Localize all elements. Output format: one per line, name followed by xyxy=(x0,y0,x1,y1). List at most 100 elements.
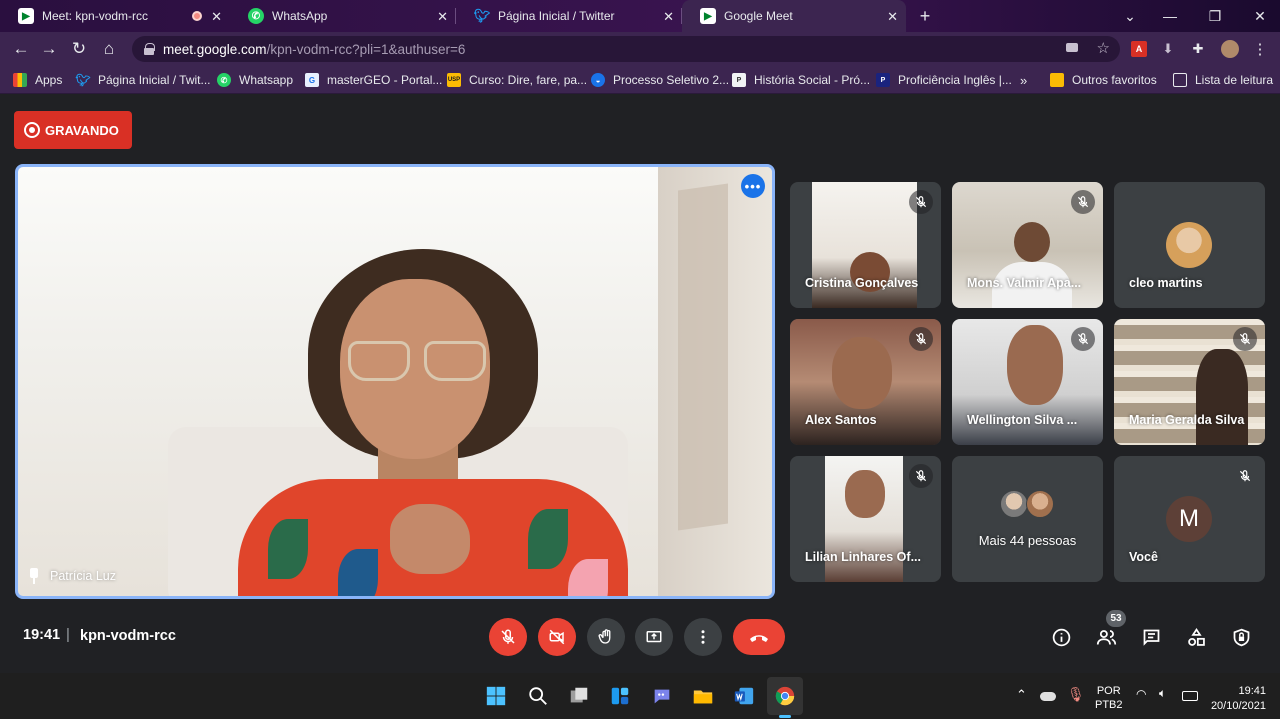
extensions-puzzle-icon[interactable]: ✚ xyxy=(1190,41,1206,57)
tab-twitter[interactable]: 🐦︎ Página Inicial / Twitter ✕ xyxy=(456,0,682,32)
camera-in-use-icon[interactable] xyxy=(1066,43,1078,52)
participant-tile[interactable]: Cristina Gonçalves xyxy=(790,182,941,308)
self-avatar: M xyxy=(1166,496,1212,542)
battery-icon[interactable] xyxy=(1182,691,1198,701)
pin-icon[interactable] xyxy=(28,568,40,584)
bookmarks-overflow-button[interactable]: » xyxy=(1020,71,1027,89)
clock-time: 19:41 xyxy=(1238,685,1266,697)
meeting-details-button[interactable] xyxy=(1049,625,1073,649)
reading-list-button[interactable]: Lista de leitura xyxy=(1173,71,1273,89)
chat-button[interactable] xyxy=(1139,625,1163,649)
participant-thumbnail xyxy=(1000,490,1028,518)
close-tab-icon[interactable]: ✕ xyxy=(663,9,674,25)
folder-icon xyxy=(1050,73,1064,87)
tile-options-button[interactable]: ••• xyxy=(741,174,765,198)
onedrive-cloud-icon[interactable] xyxy=(1040,692,1056,701)
people-button[interactable] xyxy=(1094,625,1118,649)
participant-name: Maria Geralda Silva xyxy=(1129,413,1245,427)
forward-arrow-icon[interactable]: → xyxy=(37,37,61,61)
recording-badge[interactable]: GRAVANDO xyxy=(14,111,132,149)
activities-icon xyxy=(1187,627,1205,646)
camera-toggle-button[interactable] xyxy=(538,618,576,656)
google-meet-icon: ▶ xyxy=(18,8,34,24)
new-tab-button[interactable]: + xyxy=(906,0,944,32)
host-controls-button[interactable] xyxy=(1229,625,1253,649)
bookmark-star-icon[interactable]: ☆ xyxy=(1097,39,1110,57)
profile-avatar[interactable] xyxy=(1221,40,1239,58)
mic-off-icon xyxy=(1071,190,1095,214)
tab-meet-kpn[interactable]: ▶ Meet: kpn-vodm-rcc ✕ xyxy=(0,0,230,32)
self-tile[interactable]: M Você xyxy=(1114,456,1265,582)
activities-button[interactable] xyxy=(1184,625,1208,649)
more-participants-tile[interactable]: Mais 44 pessoas xyxy=(952,456,1103,582)
close-tab-icon[interactable]: ✕ xyxy=(211,9,222,25)
back-arrow-icon[interactable]: ← xyxy=(9,37,33,61)
bookmark-label: Whatsapp xyxy=(239,73,294,87)
participant-tile[interactable]: cleo martins xyxy=(1114,182,1265,308)
bookmark-twitter[interactable]: 🐦︎ Página Inicial / Twit... xyxy=(75,71,211,89)
meeting-code: kpn-vodm-rcc xyxy=(80,628,176,644)
download-extension-icon[interactable]: ⬇ xyxy=(1160,41,1176,57)
file-explorer-icon[interactable] xyxy=(691,684,715,708)
presenter-video-tile[interactable]: ••• Patrícia Luz xyxy=(15,164,775,599)
present-screen-button[interactable] xyxy=(635,618,673,656)
address-bar[interactable]: meet.google.com/kpn-vodm-rcc?pli=1&authu… xyxy=(132,36,1120,62)
bookmark-historia-social[interactable]: P História Social - Pró... xyxy=(732,71,870,89)
microphone-in-use-icon[interactable]: 🎙︎ xyxy=(1067,686,1085,703)
participant-name: Cristina Gonçalves xyxy=(805,276,919,290)
wifi-icon[interactable]: ◠ xyxy=(1136,687,1146,701)
bookmark-label: Página Inicial / Twit... xyxy=(98,73,211,87)
tray-overflow-icon[interactable]: ⌃ xyxy=(1016,687,1027,703)
bookmark-processo-seletivo[interactable]: ◒ Processo Seletivo 2... xyxy=(591,71,729,89)
tab-title: WhatsApp xyxy=(272,9,328,23)
volume-icon[interactable]: 🔈︎ xyxy=(1159,686,1166,701)
tab-google-meet[interactable]: ▶ Google Meet ✕ xyxy=(682,0,906,32)
bookmark-label: masterGEO - Portal... xyxy=(327,73,443,87)
pdf-extension-icon[interactable]: A xyxy=(1131,41,1147,57)
home-icon[interactable]: ⌂ xyxy=(97,37,121,61)
participant-tile[interactable]: Wellington Silva ... xyxy=(952,319,1103,445)
tab-search-icon[interactable]: ⌄ xyxy=(1110,0,1150,32)
close-tab-icon[interactable]: ✕ xyxy=(887,9,898,25)
system-clock[interactable]: 19:41 20/10/2021 xyxy=(1210,684,1266,714)
bookmark-mastergeo[interactable]: G masterGEO - Portal... xyxy=(305,71,442,89)
input-language-indicator[interactable]: POR PTB2 xyxy=(1095,684,1123,712)
teams-chat-icon[interactable] xyxy=(650,684,674,708)
participant-tile[interactable]: Mons. Valmir Apa... xyxy=(952,182,1103,308)
browser-menu-icon[interactable]: ⋮ xyxy=(1252,41,1268,58)
reload-icon[interactable]: ↻ xyxy=(67,37,91,61)
bookmark-label: Proficiência Inglês |... xyxy=(898,73,1012,87)
leave-call-button[interactable] xyxy=(733,619,785,655)
windows-start-icon[interactable] xyxy=(484,684,508,708)
bookmark-proficiencia[interactable]: P Proficiência Inglês |... xyxy=(876,71,1012,89)
url-host: meet.google.com xyxy=(163,41,267,57)
twitter-icon: 🐦︎ xyxy=(473,8,491,23)
bookmark-apps[interactable]: Apps xyxy=(13,71,62,89)
bookmark-whatsapp[interactable]: ✆ Whatsapp xyxy=(217,71,293,89)
participant-tile[interactable]: Maria Geralda Silva xyxy=(1114,319,1265,445)
bookmark-usp-course[interactable]: USP Curso: Dire, fare, pa... xyxy=(447,71,587,89)
close-tab-icon[interactable]: ✕ xyxy=(437,9,448,25)
recording-indicator-icon xyxy=(192,11,202,21)
participant-tile[interactable]: Lilian Linhares Of... xyxy=(790,456,941,582)
search-icon[interactable] xyxy=(526,684,550,708)
task-view-icon[interactable] xyxy=(567,684,591,708)
widgets-icon[interactable] xyxy=(608,684,632,708)
bookmark-label: Outros favoritos xyxy=(1072,73,1157,87)
chrome-icon[interactable] xyxy=(773,684,797,708)
camera-off-icon xyxy=(549,629,565,645)
bookmark-other-folder[interactable]: Outros favoritos xyxy=(1050,71,1157,89)
mic-off-icon xyxy=(501,629,515,644)
word-icon[interactable] xyxy=(732,684,756,708)
microphone-toggle-button[interactable] xyxy=(489,618,527,656)
raise-hand-button[interactable] xyxy=(587,618,625,656)
tab-whatsapp[interactable]: ✆ WhatsApp ✕ xyxy=(230,0,456,32)
participant-thumbnail xyxy=(1026,490,1054,518)
mic-off-icon xyxy=(1233,327,1257,351)
minimize-icon[interactable]: — xyxy=(1150,0,1190,32)
restore-icon[interactable]: ❐ xyxy=(1195,0,1235,32)
twitter-icon: 🐦︎ xyxy=(75,73,91,87)
more-options-button[interactable] xyxy=(684,618,722,656)
participant-tile[interactable]: Alex Santos xyxy=(790,319,941,445)
close-window-icon[interactable]: ✕ xyxy=(1240,0,1280,32)
